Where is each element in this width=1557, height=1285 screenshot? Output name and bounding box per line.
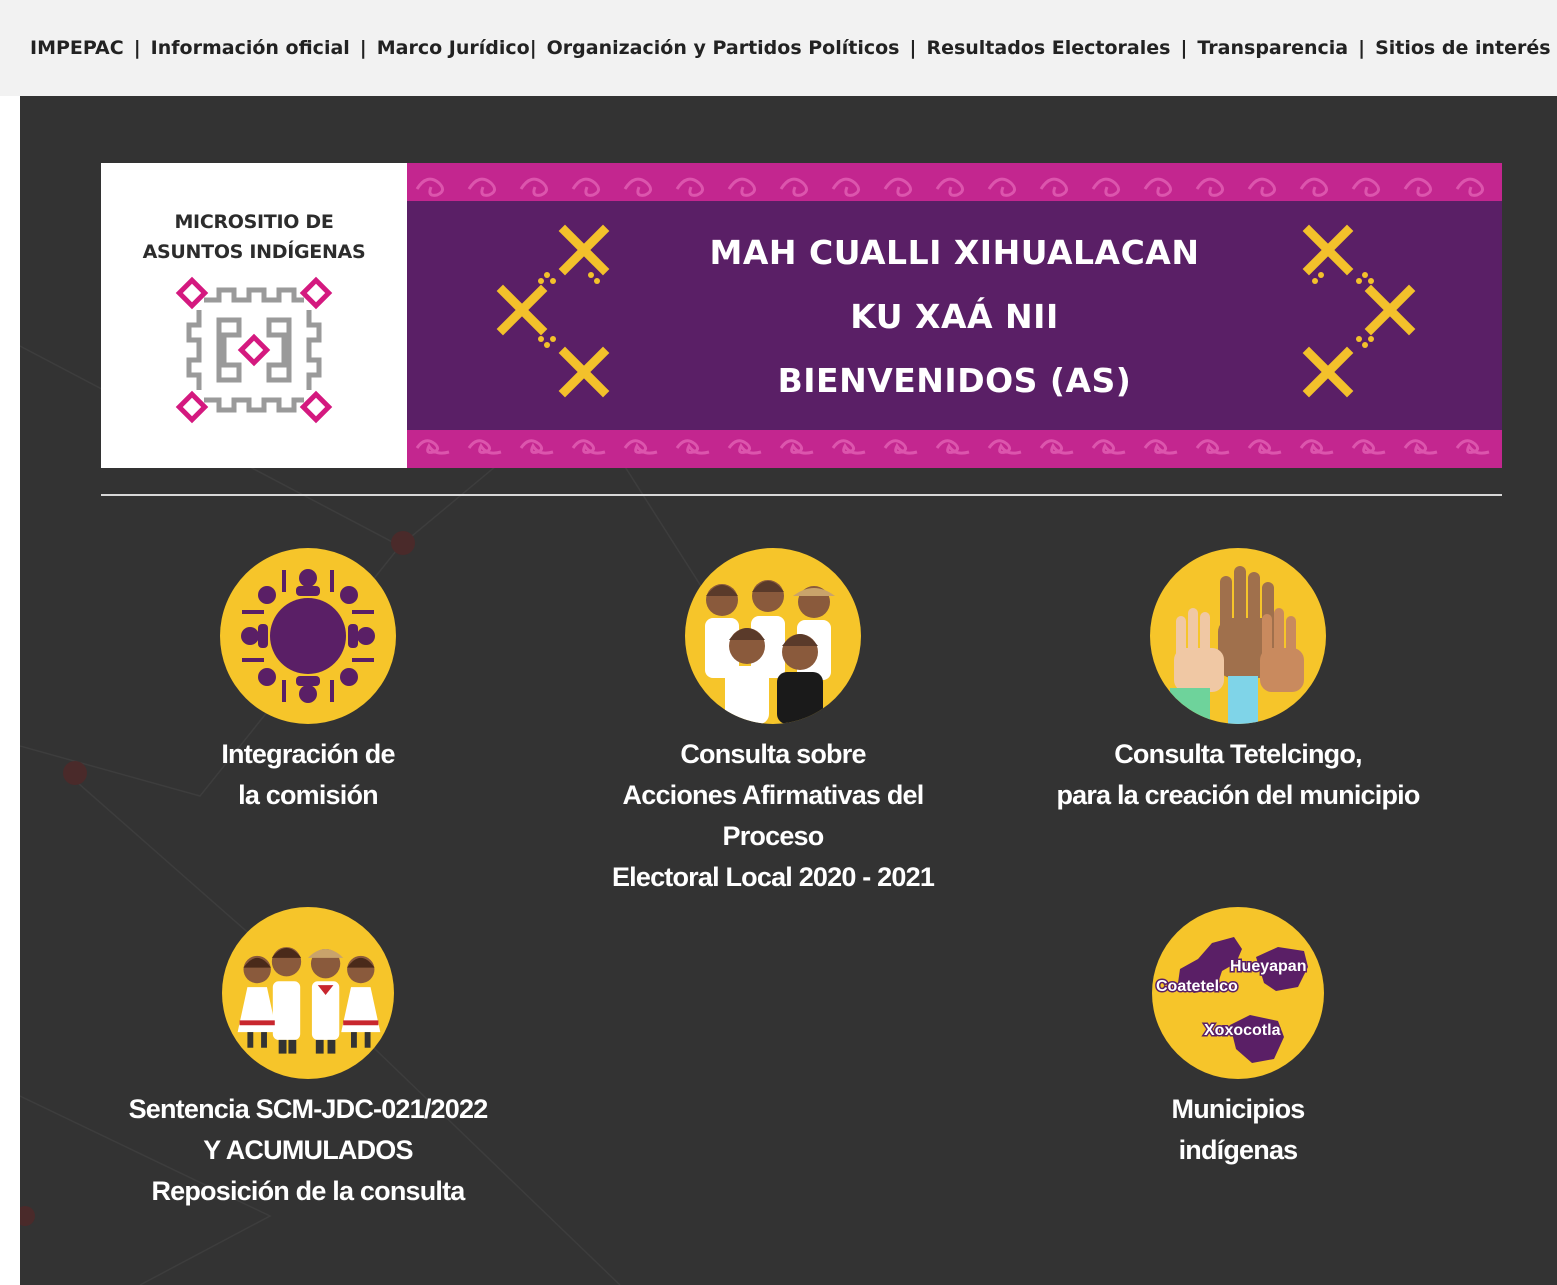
microsite-logo[interactable]: MICROSITIO DE ASUNTOS INDÍGENAS <box>101 163 407 468</box>
nav-separator: | <box>1180 37 1188 59</box>
card-integracion-circle[interactable] <box>220 548 396 724</box>
nav-informacion-oficial[interactable]: Información oficial <box>151 37 350 59</box>
nav-organizacion-partidos[interactable]: Organización y Partidos Políticos <box>547 37 900 59</box>
card-consulta-tetelcingo-circle[interactable] <box>1150 548 1326 724</box>
card-sentencia-circle[interactable] <box>222 907 394 1079</box>
nav-separator: | <box>133 37 141 59</box>
logo-title-line1: MICROSITIO DE <box>174 211 334 233</box>
pink-wave-strip-top <box>407 163 1502 201</box>
map-label-xoxocotla: Xoxocotla <box>1204 1022 1281 1039</box>
nav-separator: | <box>529 37 537 59</box>
fretwork-logo-icon <box>175 276 333 424</box>
children-group-icon <box>705 580 835 724</box>
map-label-hueyapan: Hueyapan <box>1230 958 1306 975</box>
banner-greeting-panel: MAH CUALLI XIHUALACAN KU XAÁ NII BIENVEN… <box>407 163 1502 468</box>
geometric-motif-right-icon <box>1302 224 1416 398</box>
card-municipios-label[interactable]: Municipios indígenas <box>1172 1089 1306 1171</box>
main-content: MICROSITIO DE ASUNTOS INDÍGENAS MAH CUAL… <box>20 96 1557 1285</box>
logo-title-line2: ASUNTOS INDÍGENAS <box>142 241 366 263</box>
card-integracion-comision[interactable]: Integración de la comisión <box>158 548 458 816</box>
round-table-icon <box>241 569 375 703</box>
card-municipios-circle[interactable]: Hueyapan Coatetelco Xoxocotla <box>1152 907 1324 1079</box>
raised-hands-icon <box>1170 566 1304 724</box>
nav-marco-juridico[interactable]: Marco Jurídico <box>377 37 530 59</box>
card-integracion-label[interactable]: Integración de la comisión <box>221 734 395 816</box>
nav-sitios-interes[interactable]: Sitios de interés <box>1375 37 1550 59</box>
map-icon: Hueyapan Coatetelco Xoxocotla <box>1155 937 1308 1063</box>
nav-impepac[interactable]: IMPEPAC <box>30 37 124 59</box>
nav-separator: | <box>909 37 917 59</box>
card-consulta-acciones-label[interactable]: Consulta sobre Acciones Afirmativas del … <box>573 734 973 898</box>
top-nav: IMPEPAC | Información oficial | Marco Ju… <box>0 0 1557 96</box>
welcome-banner: MICROSITIO DE ASUNTOS INDÍGENAS MAH CUAL… <box>101 163 1502 468</box>
people-row-icon <box>237 947 381 1054</box>
card-sentencia-label[interactable]: Sentencia SCM-JDC-021/2022 Y ACUMULADOS … <box>129 1089 489 1212</box>
map-label-coatetelco: Coatetelco <box>1156 978 1238 995</box>
nav-transparencia[interactable]: Transparencia <box>1197 37 1348 59</box>
nav-separator: | <box>359 37 367 59</box>
card-consulta-acciones-afirmativas[interactable]: Consulta sobre Acciones Afirmativas del … <box>573 548 973 898</box>
card-municipios-indigenas[interactable]: Hueyapan Coatetelco Xoxocotla Municipios… <box>1088 907 1388 1171</box>
card-consulta-tetelcingo-label[interactable]: Consulta Tetelcingo, para la creación de… <box>1056 734 1420 816</box>
nav-separator: | <box>1358 37 1366 59</box>
card-sentencia-scm[interactable]: Sentencia SCM-JDC-021/2022 Y ACUMULADOS … <box>128 907 488 1212</box>
pink-wave-strip-bottom <box>407 430 1502 468</box>
card-consulta-tetelcingo[interactable]: Consulta Tetelcingo, para la creación de… <box>1038 548 1438 816</box>
nav-resultados-electorales[interactable]: Resultados Electorales <box>926 37 1170 59</box>
card-consulta-acciones-circle[interactable] <box>685 548 861 724</box>
section-divider <box>101 494 1502 496</box>
